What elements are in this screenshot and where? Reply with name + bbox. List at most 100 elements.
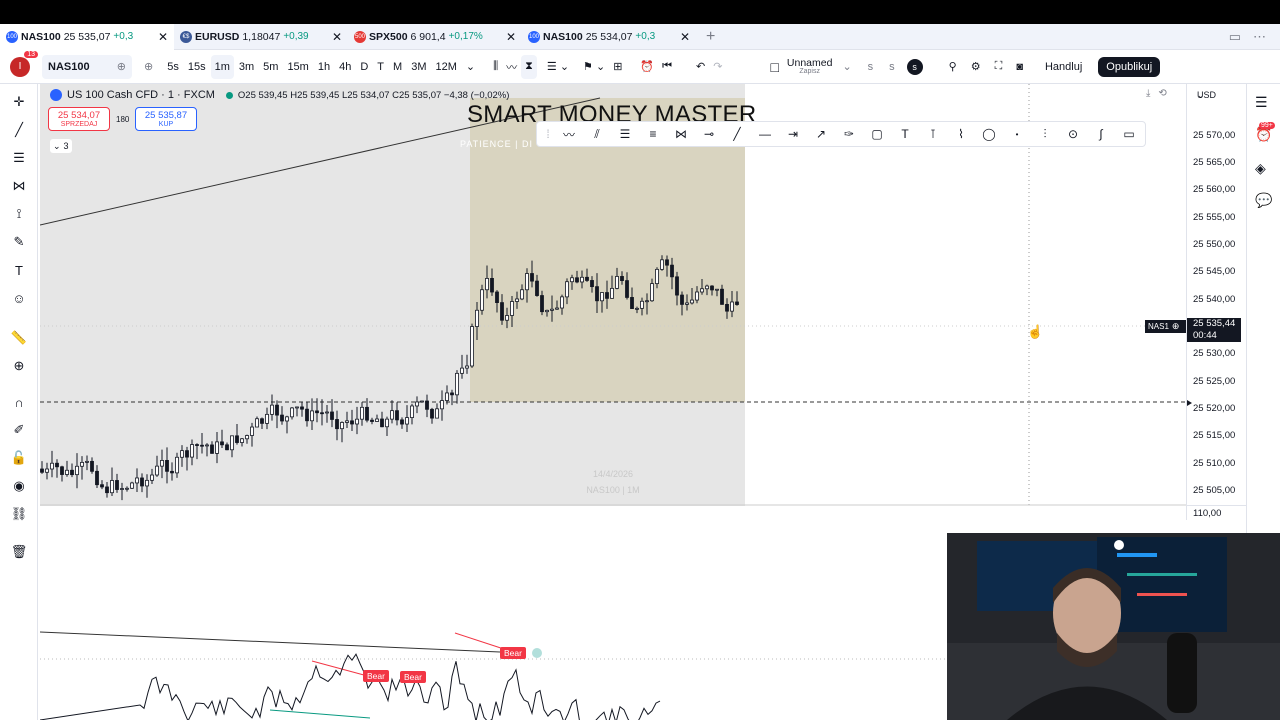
publish-button[interactable]: Opublikuj bbox=[1098, 56, 1161, 77]
fullscreen-icon[interactable]: ⛶ bbox=[991, 55, 1007, 79]
interval-4h[interactable]: 4h bbox=[335, 55, 355, 79]
undo-icon[interactable]: ↶ bbox=[692, 55, 709, 79]
prediction-icon[interactable]: ⟟ bbox=[9, 204, 29, 224]
buy-button[interactable]: 25 535,87 KUP bbox=[135, 107, 197, 131]
price-chart-svg[interactable]: 14/4/2026 NAS100 | 1M ☝ bbox=[40, 84, 1186, 506]
path-icon[interactable]: ⌇ bbox=[947, 123, 975, 145]
interval-d[interactable]: D bbox=[356, 55, 372, 79]
main-chart[interactable]: 14/4/2026 NAS100 | 1M ☝ bbox=[40, 84, 1186, 506]
chevron-down-icon[interactable]: ⌄ bbox=[838, 55, 855, 79]
trendline-icon[interactable]: ╱ bbox=[9, 120, 29, 140]
trend-line-icon[interactable]: ╱ bbox=[723, 123, 751, 145]
arrow-marker-icon[interactable]: ⇥ bbox=[779, 123, 807, 145]
collapse-indicators[interactable]: ⌄ 3 bbox=[50, 139, 72, 153]
legend-title[interactable]: US 100 Cash CFD · 1 · FXCM bbox=[67, 89, 215, 101]
scroll-down-icon[interactable]: ⤓ bbox=[1146, 88, 1150, 99]
curve-icon[interactable]: ∫ bbox=[1087, 123, 1115, 145]
brush-icon[interactable]: ✑ bbox=[835, 123, 863, 145]
redo-icon[interactable]: ↷ bbox=[709, 55, 726, 79]
lock-icon[interactable]: 🔓 bbox=[9, 448, 29, 468]
s-toggle-2[interactable]: s bbox=[885, 55, 899, 79]
layers-icon[interactable]: ◈ bbox=[1255, 160, 1266, 177]
fib-extension-icon[interactable]: ≡ bbox=[639, 123, 667, 145]
chat-icon[interactable]: 💬 bbox=[1255, 192, 1272, 209]
symbol-search[interactable]: NAS100 ⊕ bbox=[42, 54, 132, 79]
ray-icon[interactable]: ↗ bbox=[807, 123, 835, 145]
tab-nas100[interactable]: 100 NAS100 25 535,07 +0,3 ✕ bbox=[0, 23, 174, 50]
tab-spx500[interactable]: 500 SPX500 6 901,4 +0,17% ✕ bbox=[348, 24, 522, 50]
parallel-channel-icon[interactable]: ⫽ bbox=[583, 123, 611, 145]
replay-icon[interactable]: ⏮ bbox=[658, 55, 676, 79]
line-chart-icon[interactable]: 〰 bbox=[502, 55, 521, 79]
eye-icon[interactable]: ◉ bbox=[9, 476, 29, 496]
s-circle[interactable]: s bbox=[906, 58, 923, 75]
interval-1h[interactable]: 1h bbox=[314, 55, 334, 79]
link-icon[interactable]: ⛓ bbox=[9, 504, 29, 524]
layout-name[interactable]: Unnamed Zapisz bbox=[787, 58, 833, 76]
interval-1m[interactable]: 1m bbox=[210, 54, 234, 79]
trade-button[interactable]: Handluj bbox=[1045, 61, 1082, 73]
add-tab-button[interactable]: + bbox=[696, 24, 725, 50]
add-alert-icon[interactable]: ⊕ bbox=[1172, 321, 1180, 332]
interval-3m[interactable]: 3M bbox=[407, 55, 430, 79]
watchlist-icon[interactable]: ☰ bbox=[1255, 94, 1268, 111]
interval-5s[interactable]: 5s bbox=[163, 55, 183, 79]
pattern-icon[interactable]: ⋈ bbox=[9, 176, 29, 196]
interval-12m[interactable]: 12M bbox=[431, 55, 460, 79]
add-symbol-icon[interactable]: ⊕ bbox=[117, 60, 126, 73]
polyline-icon[interactable]: 〰 bbox=[555, 123, 583, 145]
volume-profile-icon[interactable]: ⫶ bbox=[1031, 123, 1059, 145]
close-icon[interactable]: ✕ bbox=[680, 30, 690, 44]
interval-3m[interactable]: 3m bbox=[235, 55, 258, 79]
interval-15m[interactable]: 15m bbox=[283, 55, 312, 79]
gear-icon[interactable]: ⚙ bbox=[967, 55, 985, 79]
compare-icon[interactable]: ⊕ bbox=[140, 55, 157, 79]
avatar[interactable]: I 13 bbox=[10, 50, 38, 77]
camera-icon[interactable]: ◙ bbox=[1012, 55, 1027, 79]
emoji-icon[interactable]: ☺ bbox=[9, 288, 29, 308]
horizontal-ray-icon[interactable]: ⊸ bbox=[695, 123, 723, 145]
search-icon[interactable]: ⚲ bbox=[945, 55, 961, 79]
horizontal-line-icon[interactable]: — bbox=[751, 123, 779, 145]
lock-drawing-icon[interactable]: ✐ bbox=[9, 420, 29, 440]
indicators-icon[interactable]: ☰ ⌄ bbox=[543, 55, 573, 79]
dot-icon[interactable]: • bbox=[1003, 123, 1031, 145]
alert-icon[interactable]: ⏰ bbox=[636, 55, 658, 79]
fib-icon[interactable]: ☰ bbox=[9, 148, 29, 168]
tab-eurusd[interactable]: €$ EURUSD 1,18047 +0,39 ✕ bbox=[174, 24, 348, 50]
callout-icon[interactable]: ◯ bbox=[975, 123, 1003, 145]
magnet-icon[interactable]: ∩ bbox=[9, 392, 29, 412]
close-icon[interactable]: ✕ bbox=[332, 30, 342, 44]
drag-handle-icon[interactable]: ⁞ bbox=[541, 123, 555, 145]
note-icon[interactable]: ▭ bbox=[1115, 123, 1143, 145]
interval-15s[interactable]: 15s bbox=[184, 55, 210, 79]
s-toggle[interactable]: s bbox=[864, 55, 878, 79]
bar-type-icon[interactable]: ⫼ bbox=[489, 55, 502, 79]
templates-icon[interactable]: ⚑ ⌄ bbox=[579, 55, 609, 79]
fib-retracement-icon[interactable]: ☰ bbox=[611, 123, 639, 145]
interval-m[interactable]: M bbox=[389, 55, 406, 79]
interval-t[interactable]: T bbox=[373, 55, 388, 79]
zoom-icon[interactable]: ⊕ bbox=[9, 356, 29, 376]
sell-button[interactable]: 25 534,07 SPRZEDAJ bbox=[48, 107, 110, 131]
layout-icon[interactable]: ▭ bbox=[1223, 24, 1247, 50]
trash-icon[interactable]: 🗑 bbox=[9, 542, 29, 562]
crosshair-icon[interactable]: ✛ bbox=[9, 92, 29, 112]
interval-5m[interactable]: 5m bbox=[259, 55, 282, 79]
text-icon[interactable]: T bbox=[891, 123, 919, 145]
grid-layout-icon[interactable]: ⊞ bbox=[609, 55, 626, 79]
reset-icon[interactable]: ⟲ bbox=[1158, 88, 1166, 99]
brush-icon[interactable]: ✎ bbox=[9, 232, 29, 252]
price-scale[interactable]: USD ⌄ 25 570,00 25 565,00 25 560,00 25 5… bbox=[1186, 84, 1247, 520]
text-icon[interactable]: T bbox=[9, 260, 29, 280]
indicator-pane[interactable]: Bear Bear Bear bbox=[40, 520, 947, 720]
price-range-icon[interactable]: ⊺ bbox=[919, 123, 947, 145]
close-icon[interactable]: ✕ bbox=[506, 30, 516, 44]
chevron-down-icon[interactable]: ⌄ bbox=[462, 55, 479, 79]
candles-icon[interactable]: ⧗ bbox=[521, 54, 537, 79]
ruler-icon[interactable]: 📏 bbox=[9, 328, 29, 348]
circle-icon[interactable]: ⊙ bbox=[1059, 123, 1087, 145]
more-icon[interactable]: ⋯ bbox=[1247, 24, 1272, 50]
close-icon[interactable]: ✕ bbox=[158, 30, 168, 44]
layout-square-icon[interactable]: □ bbox=[766, 55, 782, 79]
